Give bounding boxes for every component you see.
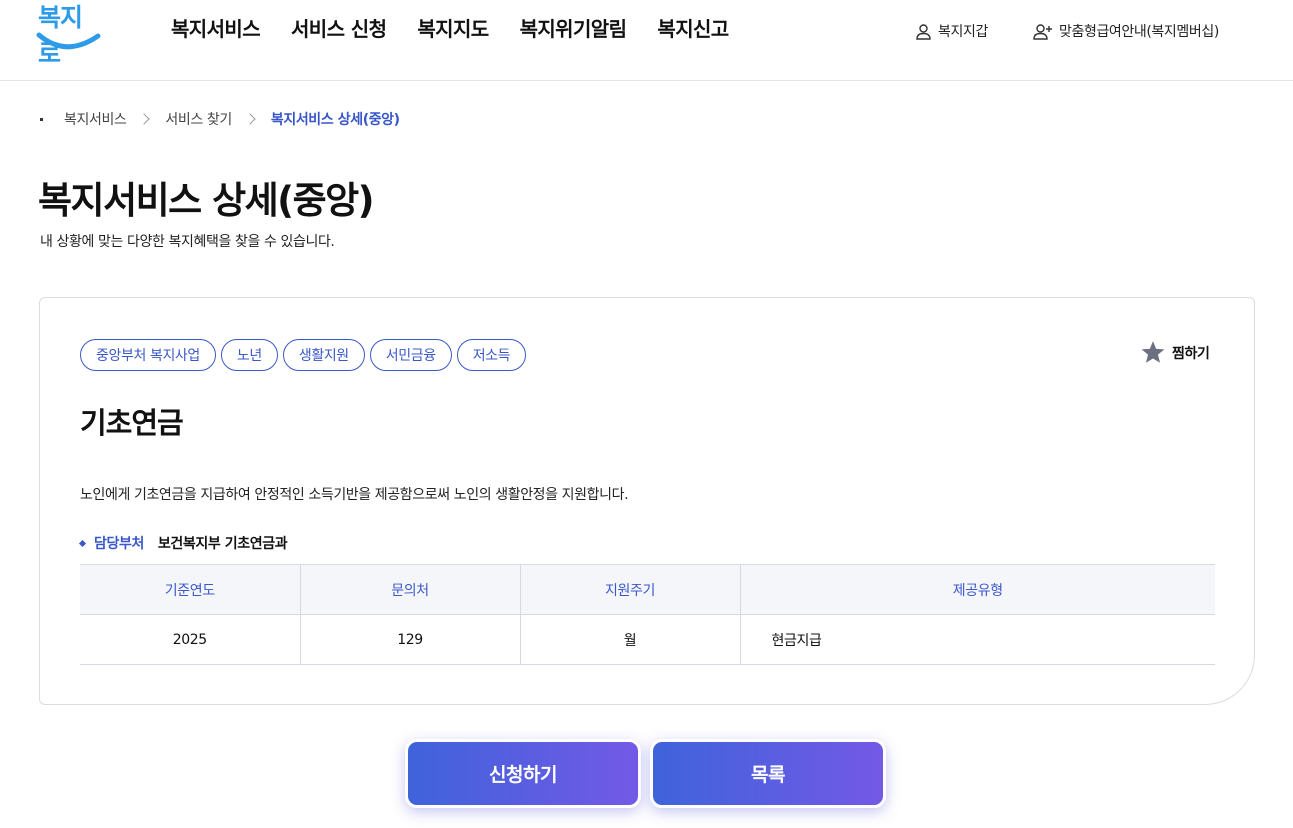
department-value: 보건복지부 기초연금과 xyxy=(157,536,288,552)
membership-label: 맞춤형급여안내(복지멤버십) xyxy=(1059,24,1219,40)
cell-provision-type: 현금지급 xyxy=(739,614,1215,665)
nav-welfare-report[interactable]: 복지신고 xyxy=(657,13,729,42)
nav-service-apply[interactable]: 서비스 신청 xyxy=(291,13,387,42)
chevron-right-icon xyxy=(138,113,151,125)
header-contact: 문의처 xyxy=(299,564,520,615)
welfare-wallet-label: 복지지갑 xyxy=(938,24,988,40)
service-detail-card: 중앙부처 복지사업 노년 생활지원 서민금융 저소득 찜하기 기초연금 노인에게… xyxy=(39,297,1255,705)
service-description: 노인에게 기초연금을 지급하여 안정적인 소득기반을 제공함으로써 노인의 생활… xyxy=(80,487,629,503)
tag-low-income[interactable]: 저소득 xyxy=(456,339,527,371)
membership-link[interactable]: 맞춤형급여안내(복지멤버십) xyxy=(1033,21,1219,41)
page-title: 복지서비스 상세(중앙) xyxy=(38,179,375,222)
list-button[interactable]: 목록 xyxy=(650,739,886,808)
page-description: 내 상황에 맞는 다양한 복지혜택을 찾을 수 있습니다. xyxy=(40,234,335,250)
star-icon xyxy=(1141,341,1165,363)
diamond-bullet-icon xyxy=(78,539,87,547)
user-icon xyxy=(916,23,931,40)
user-add-icon xyxy=(1033,23,1052,40)
nav-welfare-map[interactable]: 복지지도 xyxy=(417,13,489,42)
breadcrumb: 복지서비스 서비스 찾기 복지서비스 상세(중앙) xyxy=(40,109,400,129)
cell-contact: 129 xyxy=(299,614,520,665)
welfare-wallet-link[interactable]: 복지지갑 xyxy=(915,21,988,41)
department-label: 담당부처 xyxy=(94,536,144,552)
cell-support-cycle: 월 xyxy=(519,614,740,665)
table-row: 2025 129 월 현금지급 xyxy=(80,614,1215,665)
tag-elderly[interactable]: 노년 xyxy=(220,339,278,371)
service-name: 기초연금 xyxy=(80,406,184,440)
nav-crisis-alert[interactable]: 복지위기알림 xyxy=(520,13,627,42)
service-tags: 중앙부처 복지사업 노년 생활지원 서민금융 저소득 xyxy=(80,339,531,371)
breadcrumb-home-dot xyxy=(40,117,43,121)
chevron-right-icon xyxy=(244,113,256,125)
tag-living-support[interactable]: 생활지원 xyxy=(282,339,365,371)
tag-central-ministry[interactable]: 중앙부처 복지사업 xyxy=(80,339,216,371)
nav-welfare-services[interactable]: 복지서비스 xyxy=(171,13,261,42)
header-provision-type: 제공유형 xyxy=(739,564,1215,615)
table-header-row: 기준연도 문의처 지원주기 제공유형 xyxy=(80,564,1215,615)
breadcrumb-item-welfare-services[interactable]: 복지서비스 xyxy=(64,109,127,129)
tag-microfinance[interactable]: 서민금융 xyxy=(369,339,452,371)
site-header: 복지로 복지서비스 서비스 신청 복지지도 복지위기알림 복지신고 복지지갑 맞… xyxy=(0,0,1293,81)
cell-base-year: 2025 xyxy=(80,614,300,665)
service-info-table: 기준연도 문의처 지원주기 제공유형 2025 129 월 현금지급 xyxy=(80,564,1215,665)
breadcrumb-item-current: 복지서비스 상세(중앙) xyxy=(270,112,400,128)
favorite-label: 찜하기 xyxy=(1172,345,1210,362)
logo-smile-icon xyxy=(36,32,101,50)
favorite-button[interactable]: 찜하기 xyxy=(1140,340,1210,365)
breadcrumb-item-service-search[interactable]: 서비스 찾기 xyxy=(165,109,232,129)
department-info: 담당부처 보건복지부 기초연금과 xyxy=(78,533,288,553)
header-base-year: 기준연도 xyxy=(80,564,300,615)
header-support-cycle: 지원주기 xyxy=(519,564,740,615)
bokjiro-logo[interactable]: 복지로 xyxy=(36,0,102,68)
apply-button[interactable]: 신청하기 xyxy=(405,739,641,808)
main-nav: 복지서비스 서비스 신청 복지지도 복지위기알림 복지신고 xyxy=(171,13,760,42)
